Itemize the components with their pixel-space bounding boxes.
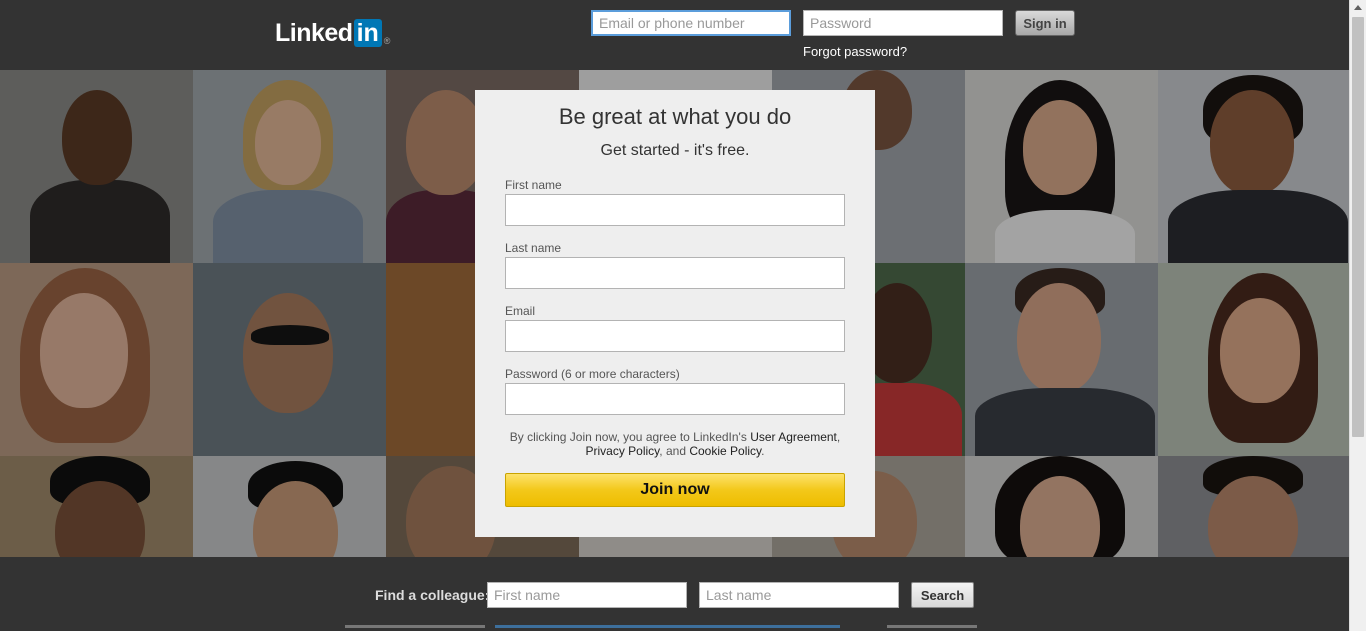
password-label: Password (6 or more characters) bbox=[505, 367, 680, 381]
forgot-password-link[interactable]: Forgot password? bbox=[803, 44, 907, 59]
header-password-input[interactable] bbox=[803, 10, 1003, 36]
logo-in-box: in bbox=[353, 19, 382, 47]
legal-comma: , bbox=[836, 430, 841, 444]
sign-in-button[interactable]: Sign in bbox=[1015, 10, 1075, 36]
last-name-field[interactable] bbox=[505, 257, 845, 289]
first-name-field[interactable] bbox=[505, 194, 845, 226]
password-field[interactable] bbox=[505, 383, 845, 415]
footer-search-bar: Find a colleague: Search bbox=[0, 557, 1349, 631]
linkedin-logo[interactable]: Linked in ® bbox=[275, 19, 390, 47]
email-or-phone-input[interactable] bbox=[591, 10, 791, 36]
signup-subtitle: Get started - it's free. bbox=[600, 142, 750, 159]
legal-notice: By clicking Join now, you agree to Linke… bbox=[495, 430, 855, 458]
privacy-policy-link[interactable]: Privacy Policy bbox=[586, 444, 660, 458]
legal-prefix: By clicking Join now, you agree to Linke… bbox=[509, 430, 751, 444]
directory-line-cutoff bbox=[345, 625, 485, 628]
scroll-thumb[interactable] bbox=[1352, 17, 1364, 437]
colleague-first-name-input[interactable] bbox=[487, 582, 687, 608]
page-scrollbar[interactable] bbox=[1349, 0, 1366, 631]
email-field[interactable] bbox=[505, 320, 845, 352]
user-agreement-link[interactable]: User Agreement bbox=[750, 430, 837, 444]
email-label: Email bbox=[505, 304, 536, 318]
first-name-label: First name bbox=[505, 178, 562, 192]
signup-card: Be great at what you do Get started - it… bbox=[475, 90, 875, 537]
logo-wordmark: Linked bbox=[275, 19, 353, 47]
legal-period: . bbox=[761, 444, 765, 458]
directory-line-cutoff-right bbox=[887, 625, 977, 628]
registered-mark: ® bbox=[383, 36, 391, 46]
directory-letters-cutoff bbox=[495, 625, 840, 628]
cookie-policy-link[interactable]: Cookie Policy bbox=[689, 444, 761, 458]
last-name-label: Last name bbox=[505, 241, 562, 255]
find-colleague-label: Find a colleague: bbox=[375, 587, 490, 603]
colleague-last-name-input[interactable] bbox=[699, 582, 899, 608]
search-button[interactable]: Search bbox=[911, 582, 974, 608]
signup-title: Be great at what you do bbox=[558, 104, 792, 129]
scroll-up-arrow-icon[interactable] bbox=[1354, 5, 1362, 10]
join-now-button[interactable]: Join now bbox=[505, 473, 845, 507]
legal-and: , and bbox=[659, 444, 690, 458]
top-bar: Linked in ® Sign in Forgot password? bbox=[0, 0, 1349, 70]
